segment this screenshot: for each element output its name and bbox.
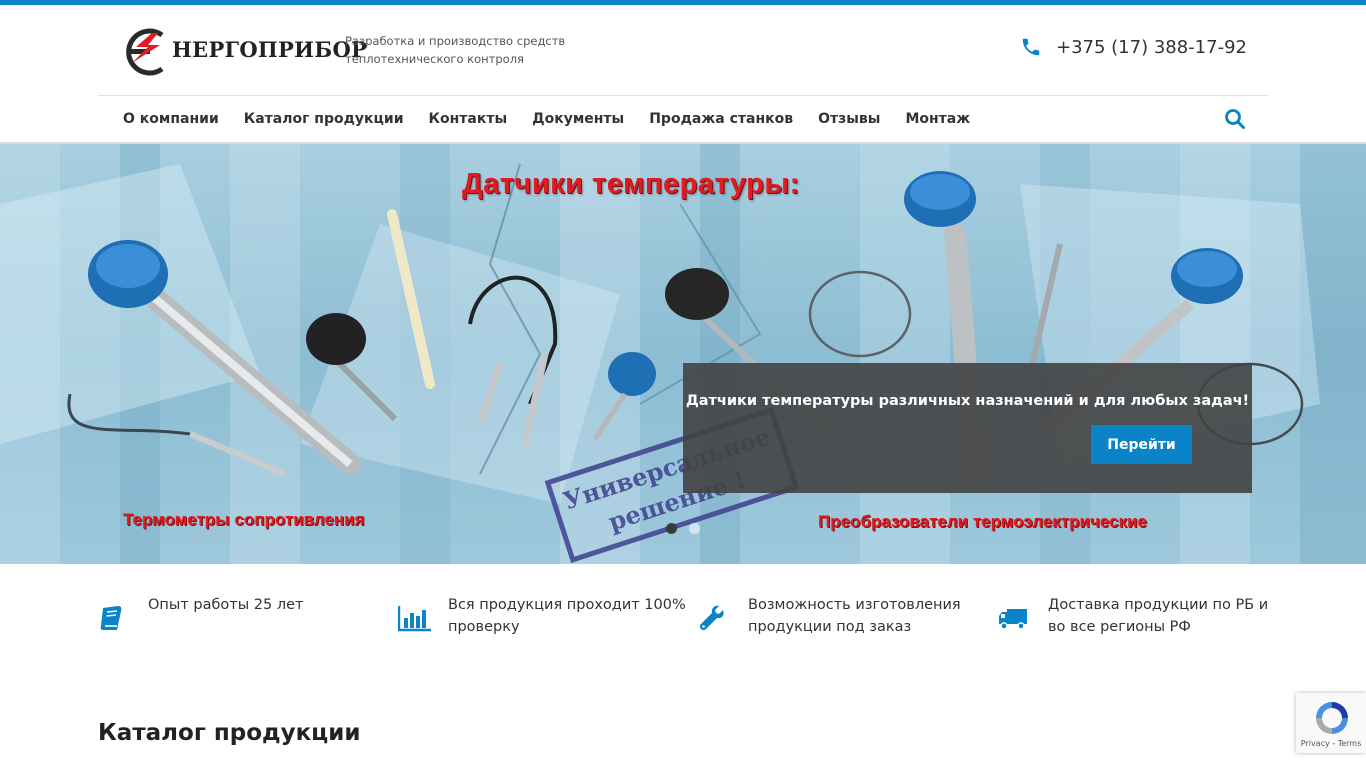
hero-label-right: Преобразователи термоэлектрические xyxy=(818,512,1147,531)
feature-delivery: Доставка продукции по РБ и во все регион… xyxy=(998,592,1288,652)
slider-dot-2[interactable] xyxy=(689,523,700,534)
book-icon xyxy=(100,606,122,630)
wrench-icon xyxy=(699,605,724,631)
recaptcha-links[interactable]: Privacy - Terms xyxy=(1296,739,1366,748)
nav-item-catalog[interactable]: Каталог продукции xyxy=(244,111,404,127)
tagline-line-1: Разработка и производство средств xyxy=(345,34,566,48)
nav-item-installation[interactable]: Монтаж xyxy=(905,111,970,127)
nav-item-reviews[interactable]: Отзывы xyxy=(818,111,880,127)
nav-item-contacts[interactable]: Контакты xyxy=(429,111,508,127)
nav-item-machines[interactable]: Продажа станков xyxy=(649,111,793,127)
logo-emblem-icon xyxy=(126,28,164,76)
catalog-section-title: Каталог продукции xyxy=(98,720,361,746)
nav-item-documents[interactable]: Документы xyxy=(532,111,624,127)
slide-caption: Датчики температуры различных назначений… xyxy=(683,363,1252,493)
recaptcha-icon xyxy=(1316,702,1348,734)
recaptcha-badge[interactable]: Privacy - Terms xyxy=(1296,693,1366,753)
search-icon xyxy=(1225,109,1245,129)
hero-slider[interactable]: Датчики температуры: Термометры сопротив… xyxy=(0,144,1366,564)
feature-text: Вся продукция проходит 100% проверку xyxy=(448,597,686,635)
go-button[interactable]: Перейти xyxy=(1091,425,1192,464)
logo-text: НЕРГОПРИБОР xyxy=(172,37,368,62)
slider-dots xyxy=(666,523,700,534)
tagline-line-2: теплотехнического контроля xyxy=(345,52,524,66)
main-nav: О компании Каталог продукции Контакты До… xyxy=(98,96,1269,142)
search-button[interactable] xyxy=(1224,108,1246,130)
features-row: Опыт работы 25 лет Вся продукция проходи… xyxy=(98,592,1269,652)
feature-custom-made: Возможность изготовления продукции под з… xyxy=(698,592,988,652)
slider-dot-1[interactable] xyxy=(666,523,677,534)
nav-list: О компании Каталог продукции Контакты До… xyxy=(98,96,1269,142)
feature-text: Опыт работы 25 лет xyxy=(148,597,304,613)
phone-number[interactable]: +375 (17) 388-17-92 xyxy=(1056,37,1247,58)
feature-experience: Опыт работы 25 лет xyxy=(98,592,388,652)
hero-label-left: Термометры сопротивления xyxy=(123,510,365,529)
site-logo[interactable]: НЕРГОПРИБОР xyxy=(122,25,367,79)
feature-text: Возможность изготовления продукции под з… xyxy=(748,597,961,635)
hero-heading: Датчики температуры: xyxy=(462,168,800,200)
tagline: Разработка и производство средств теплот… xyxy=(345,32,575,68)
phone-icon xyxy=(1022,38,1040,56)
feature-text: Доставка продукции по РБ и во все регион… xyxy=(1048,597,1269,635)
nav-item-about[interactable]: О компании xyxy=(123,111,219,127)
bar-chart-icon xyxy=(398,606,431,632)
slide-caption-text: Датчики температуры различных назначений… xyxy=(685,393,1250,409)
phone-contact[interactable]: +375 (17) 388-17-92 xyxy=(1020,34,1247,60)
site-header: НЕРГОПРИБОР Разработка и производство ср… xyxy=(98,5,1269,95)
truck-icon xyxy=(999,609,1027,630)
feature-quality-check: Вся продукция проходит 100% проверку xyxy=(398,592,688,652)
